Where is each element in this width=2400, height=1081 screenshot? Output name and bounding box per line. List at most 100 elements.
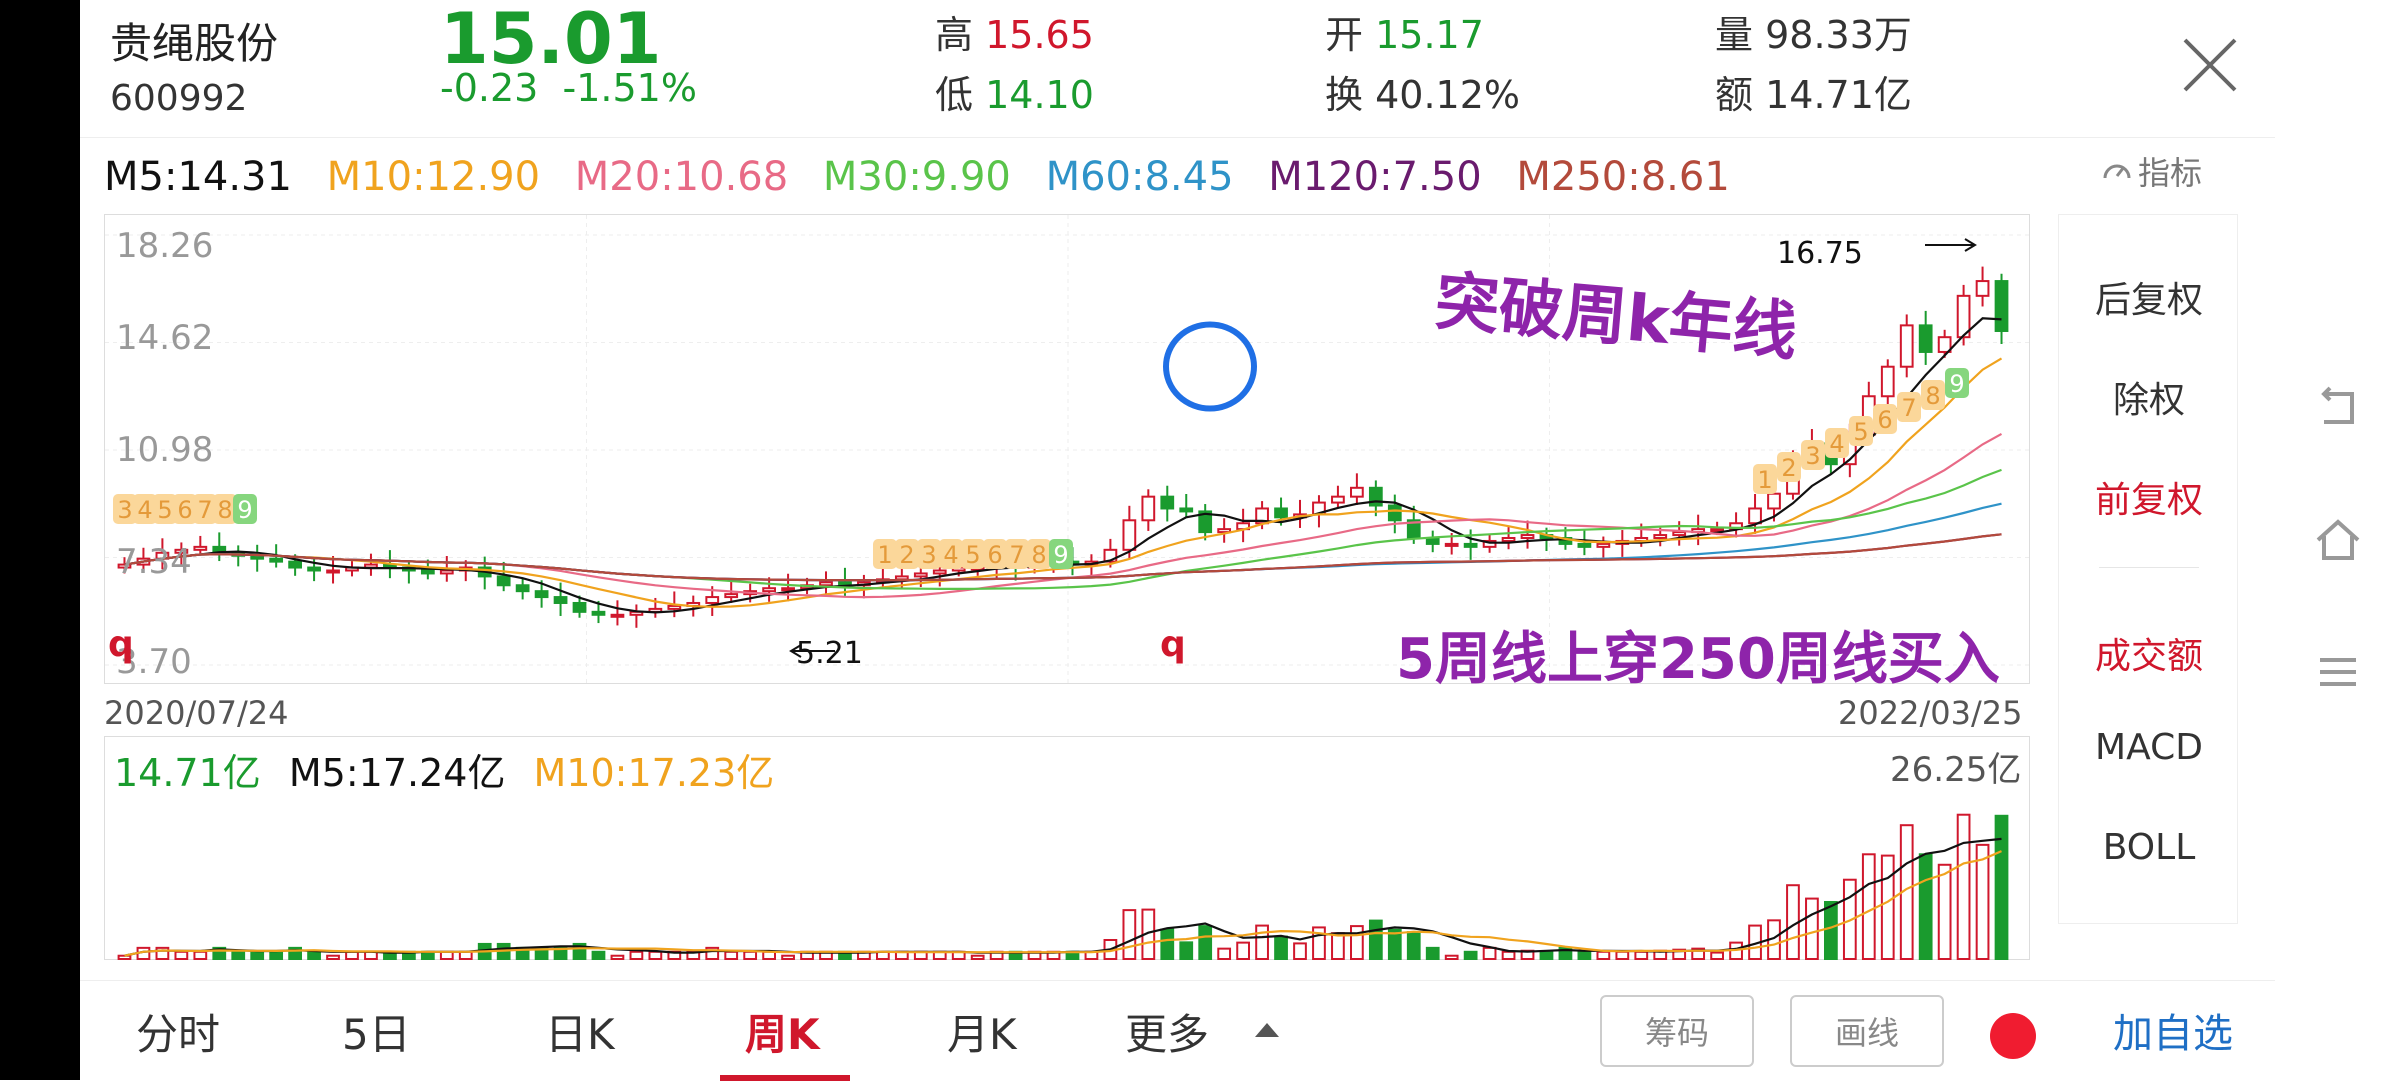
stat-value: 98.33万 [1765, 13, 1912, 57]
volume-bar [1710, 951, 1724, 960]
volume-bar [1805, 897, 1819, 961]
candle-body [1501, 537, 1516, 542]
caret-up-icon[interactable] [1255, 1023, 1279, 1037]
candle-body [193, 545, 208, 551]
add-favorite-button[interactable]: 加自选 [2113, 1001, 2233, 1059]
td-seq2-count: 5 [965, 541, 980, 569]
candle-body [515, 584, 530, 593]
indicator-button[interactable]: 指标 [2100, 148, 2202, 194]
td-seq3-count: 6 [1877, 406, 1892, 434]
stat-label: 开 [1325, 13, 1364, 57]
tab-monthly-k[interactable]: 月K [947, 1001, 1017, 1062]
candle-body [1444, 542, 1459, 547]
side-item-forward-adjusted[interactable]: 前复权 [2059, 471, 2239, 523]
ma-m250: M250:8.61 [1516, 154, 1730, 200]
td-seq3-count: 9 [1949, 370, 1964, 398]
tab-daily-k[interactable]: 日K [545, 1001, 615, 1062]
candle-body [534, 590, 549, 599]
screen-edge [0, 0, 80, 1080]
volume-bar [1331, 932, 1345, 961]
volume-bar [1482, 946, 1497, 960]
stock-detail-screen: 贵绳股份 600992 15.01 -0.23 -1.51% 高 15.65 低… [80, 0, 2275, 1081]
td-seq2-count: 6 [987, 541, 1002, 569]
volume-value: 14.71亿 [114, 751, 261, 795]
ma-m20: M20:10.68 [574, 154, 789, 200]
td-seq3-count: 4 [1829, 430, 1844, 458]
menu-icon[interactable] [2312, 646, 2364, 698]
td-seq2-count: 4 [943, 541, 958, 569]
volume-bar [117, 954, 132, 961]
candle-body [326, 569, 340, 574]
td-seq1-count: 5 [157, 496, 172, 524]
candle-body [913, 572, 928, 578]
close-icon[interactable] [2175, 30, 2245, 100]
tab-weekly-k[interactable]: 周K [745, 1001, 820, 1062]
q-marker-mid: q [1160, 624, 1186, 665]
tab-intraday[interactable]: 分时 [136, 1001, 220, 1062]
candle-body [1160, 495, 1175, 510]
td-seq2-count: 7 [1009, 541, 1024, 569]
volume-bar [610, 954, 625, 961]
draw-line-button[interactable]: 画线 [1790, 995, 1944, 1067]
candle-body [1975, 280, 1990, 297]
stat-value: 15.65 [985, 13, 1094, 57]
candle-body [420, 569, 435, 575]
candle-body [1425, 537, 1440, 545]
candle-body [591, 610, 606, 616]
side-item-macd[interactable]: MACD [2059, 727, 2239, 768]
candle-body [1596, 542, 1611, 548]
stat-label: 低 [935, 73, 974, 117]
volume-bar [269, 950, 284, 960]
volume-bar [1444, 954, 1459, 961]
candle-body [307, 566, 321, 572]
candle-body [1520, 534, 1535, 540]
volume-bar [1160, 928, 1175, 960]
volume-bar [629, 950, 644, 960]
side-item-turnover-amount[interactable]: 成交额 [2059, 627, 2239, 679]
candle-body [496, 575, 511, 587]
price-change: -0.23 -1.51% [440, 66, 697, 110]
volume-bar [326, 954, 340, 961]
td-seq1-count: 4 [137, 496, 152, 524]
stat-open: 开 15.17 [1325, 4, 1484, 59]
tab-more[interactable]: 更多 [1125, 1001, 1209, 1062]
stat-value: 14.71亿 [1765, 73, 1912, 117]
end-date: 2022/03/25 [1838, 694, 2023, 732]
start-date: 2020/07/24 [104, 694, 289, 732]
volume-bar [1198, 925, 1213, 960]
candle-body [1577, 542, 1592, 548]
volume-bar [1937, 863, 1952, 960]
candle-body [819, 581, 833, 587]
volume-bar [1425, 946, 1440, 960]
td-seq1-count: 7 [197, 496, 212, 524]
ma-legend: M5:14.31 M10:12.90 M20:10.68 M30:9.90 M6… [104, 154, 1752, 200]
volume-bar [1596, 950, 1611, 960]
side-panel: 后复权 除权 前复权 成交额 MACD BOLL [2058, 214, 2238, 924]
candle-body [667, 604, 682, 610]
volume-bar [1975, 843, 1990, 960]
td-seq3-count: 2 [1781, 454, 1796, 482]
volume-bar [1236, 941, 1250, 961]
volume-max-label: 26.25亿 [1890, 750, 2022, 790]
back-icon[interactable] [2312, 382, 2364, 434]
record-dot-icon[interactable] [1990, 1013, 2036, 1059]
tab-5day[interactable]: 5日 [342, 1001, 411, 1062]
td-seq2-count: 1 [877, 541, 892, 569]
volume-bar [1179, 941, 1194, 960]
ma-m60: M60:8.45 [1045, 154, 1234, 200]
bottom-tab-bar: 分时 5日 日K 周K 月K 更多 筹码 画线 加自选 [80, 980, 2275, 1081]
candle-body [439, 569, 454, 575]
side-item-boll[interactable]: BOLL [2059, 827, 2239, 868]
side-divider [2099, 567, 2199, 568]
chips-button[interactable]: 筹码 [1600, 995, 1754, 1067]
volume-ma-m5 [124, 837, 2002, 957]
side-item-ex-rights[interactable]: 除权 [2059, 371, 2239, 423]
side-item-backward-adjusted[interactable]: 后复权 [2059, 271, 2239, 323]
volume-bar [1956, 813, 1971, 960]
home-icon[interactable] [2312, 514, 2364, 566]
breakout-circle [1163, 321, 1257, 412]
indicator-label: 指标 [2138, 154, 2203, 192]
candle-body [610, 613, 625, 618]
candle-body [781, 587, 795, 592]
volume-bar [1634, 950, 1649, 960]
